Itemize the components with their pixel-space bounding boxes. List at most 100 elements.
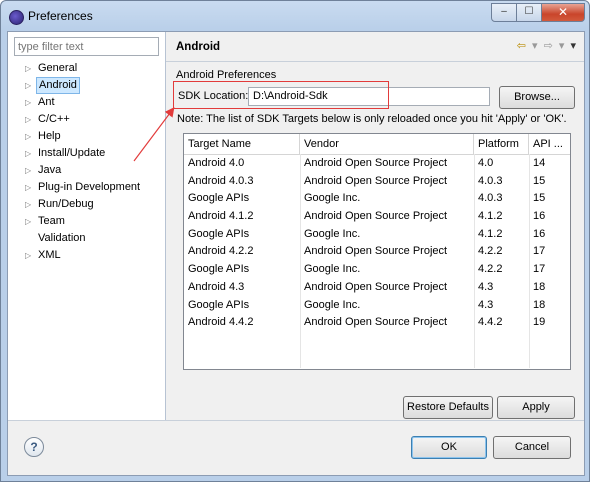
table-cell: Android 4.0	[188, 157, 245, 169]
header-api[interactable]: API ...	[529, 134, 570, 154]
cancel-button[interactable]: Cancel	[493, 436, 571, 459]
tree-item-ant[interactable]: ▷ Ant	[8, 94, 165, 111]
table-cell: 18	[533, 298, 546, 311]
expand-arrow-icon[interactable]: ▷	[25, 196, 31, 213]
expand-arrow-icon[interactable]: ▷	[25, 111, 31, 128]
filter-input[interactable]	[14, 37, 159, 56]
table-cell: Android Open Source Project	[304, 174, 448, 187]
table-cell: Android 4.4.2	[188, 316, 254, 329]
table-cell: Google APIs	[188, 192, 250, 205]
table-cell: Google Inc.	[304, 263, 361, 276]
title-bar[interactable]: Preferences – ☐ ✕	[1, 1, 589, 31]
table-row[interactable]: Android 4.2.2 Android Open Source Project…	[184, 243, 570, 261]
view-menu-icon[interactable]: ▾	[570, 40, 576, 52]
table-cell: 4.2.2	[478, 263, 503, 276]
section-label: Android Preferences	[176, 69, 277, 81]
table-row[interactable]: Android 4.4.2 Android Open Source Project…	[184, 314, 570, 332]
table-cell: 4.0	[478, 157, 494, 169]
tree-item-plug-in-development[interactable]: ▷ Plug-in Development	[8, 179, 165, 196]
table-cell: 16	[533, 227, 546, 240]
table-cell: Android Open Source Project	[304, 157, 448, 169]
tree-item-label: Help	[38, 130, 61, 142]
tree-item-validation[interactable]: Validation	[8, 230, 165, 247]
expand-arrow-icon[interactable]: ▷	[25, 128, 31, 145]
table-cell: Android Open Source Project	[304, 245, 448, 258]
table-cell: Google Inc.	[304, 298, 361, 311]
table-cell: 19	[533, 316, 546, 329]
table-row[interactable]: Google APIs Google Inc. 4.1.2 16	[184, 226, 570, 244]
eclipse-icon	[9, 10, 24, 25]
forward-icon[interactable]: ⇨	[544, 40, 553, 52]
tree-item-label: C/C++	[38, 113, 70, 125]
tree-item-label: Ant	[38, 96, 55, 108]
apply-button[interactable]: Apply	[497, 396, 575, 419]
table-cell: Android Open Source Project	[304, 210, 448, 223]
table-cell: Google Inc.	[304, 192, 361, 205]
dialog-content: ▷ General ▷ Android ▷ Ant ▷ C/C++ ▷ Help ▷ Install/…	[7, 31, 585, 476]
title-divider	[166, 61, 584, 62]
expand-arrow-icon[interactable]: ▷	[25, 247, 31, 264]
expand-arrow-icon[interactable]: ▷	[25, 145, 31, 162]
ok-button[interactable]: OK	[411, 436, 487, 459]
restore-defaults-button[interactable]: Restore Defaults	[403, 396, 493, 419]
tree-item-xml[interactable]: ▷ XML	[8, 247, 165, 264]
header-platform[interactable]: Platform	[474, 134, 529, 154]
table-cell: Android 4.3	[188, 280, 245, 293]
expand-arrow-icon[interactable]: ▷	[25, 60, 31, 77]
preferences-window: Preferences – ☐ ✕ ▷ General ▷ Android ▷ Ant ▷ C…	[0, 0, 590, 482]
table-cell: 4.3	[478, 280, 494, 293]
page-nav: ⇦ ▾ ⇨ ▾ ▾	[514, 39, 576, 52]
table-row[interactable]: Google APIs Google Inc. 4.0.3 15	[184, 190, 570, 208]
table-cell: Google APIs	[188, 263, 250, 276]
back-icon[interactable]: ⇦	[517, 40, 526, 52]
tree-item-label: Plug-in Development	[38, 181, 141, 193]
tree-item-label: Android	[36, 77, 80, 94]
table-cell: 4.0.3	[478, 174, 503, 187]
expand-arrow-icon[interactable]: ▷	[25, 77, 31, 94]
expand-arrow-icon[interactable]: ▷	[25, 162, 31, 179]
minimize-button[interactable]: –	[491, 3, 517, 22]
table-cell: Google APIs	[188, 298, 250, 311]
expand-arrow-icon[interactable]: ▷	[25, 94, 31, 111]
tree-item-c-c-[interactable]: ▷ C/C++	[8, 111, 165, 128]
tree-item-general[interactable]: ▷ General	[8, 60, 165, 77]
sdk-targets-table: Target Name Vendor Platform API ... Andr…	[183, 133, 571, 370]
table-cell: 15	[533, 192, 546, 205]
tree-item-label: Team	[38, 215, 65, 227]
table-cell: Google APIs	[188, 227, 250, 240]
tree-item-run-debug[interactable]: ▷ Run/Debug	[8, 196, 165, 213]
tree-item-label: Run/Debug	[38, 198, 94, 210]
table-row[interactable]: Android 4.3 Android Open Source Project 4.…	[184, 279, 570, 297]
tree-item-label: Validation	[38, 232, 86, 244]
tree-item-label: XML	[38, 249, 61, 261]
tree-item-install-update[interactable]: ▷ Install/Update	[8, 145, 165, 162]
table-cell: Google Inc.	[304, 227, 361, 240]
table-cell: Android Open Source Project	[304, 316, 448, 329]
help-icon[interactable]: ?	[24, 437, 44, 457]
table-cell: 18	[533, 280, 546, 293]
preference-tree-pane: ▷ General ▷ Android ▷ Ant ▷ C/C++ ▷ Help ▷ Install/…	[8, 32, 166, 420]
maximize-button[interactable]: ☐	[516, 3, 542, 22]
tree-item-team[interactable]: ▷ Team	[8, 213, 165, 230]
table-cell: 4.4.2	[478, 316, 503, 329]
header-vendor[interactable]: Vendor	[300, 134, 474, 154]
table-row[interactable]: Android 4.1.2 Android Open Source Project…	[184, 208, 570, 226]
tree-item-help[interactable]: ▷ Help	[8, 128, 165, 145]
back-menu-icon[interactable]: ▾	[532, 40, 538, 52]
tree-item-android[interactable]: ▷ Android	[8, 77, 165, 94]
close-button[interactable]: ✕	[541, 3, 585, 22]
expand-arrow-icon[interactable]: ▷	[25, 179, 31, 196]
table-cell: 4.0.3	[478, 192, 503, 205]
forward-menu-icon[interactable]: ▾	[559, 40, 565, 52]
table-row[interactable]: Android 4.0.3 Android Open Source Project…	[184, 173, 570, 191]
table-row[interactable]: Google APIs Google Inc. 4.2.2 17	[184, 261, 570, 279]
table-row[interactable]: Google APIs Google Inc. 4.3 18	[184, 297, 570, 315]
tree-item-label: Java	[38, 164, 62, 176]
table-cell: Android 4.0.3	[188, 174, 254, 187]
expand-arrow-icon[interactable]: ▷	[25, 213, 31, 230]
header-target-name[interactable]: Target Name	[184, 134, 300, 154]
browse-button[interactable]: Browse...	[499, 86, 575, 109]
footer-divider	[8, 420, 584, 421]
tree-item-java[interactable]: ▷ Java	[8, 162, 165, 179]
table-row[interactable]: Android 4.0 Android Open Source Project 4.…	[184, 155, 570, 173]
